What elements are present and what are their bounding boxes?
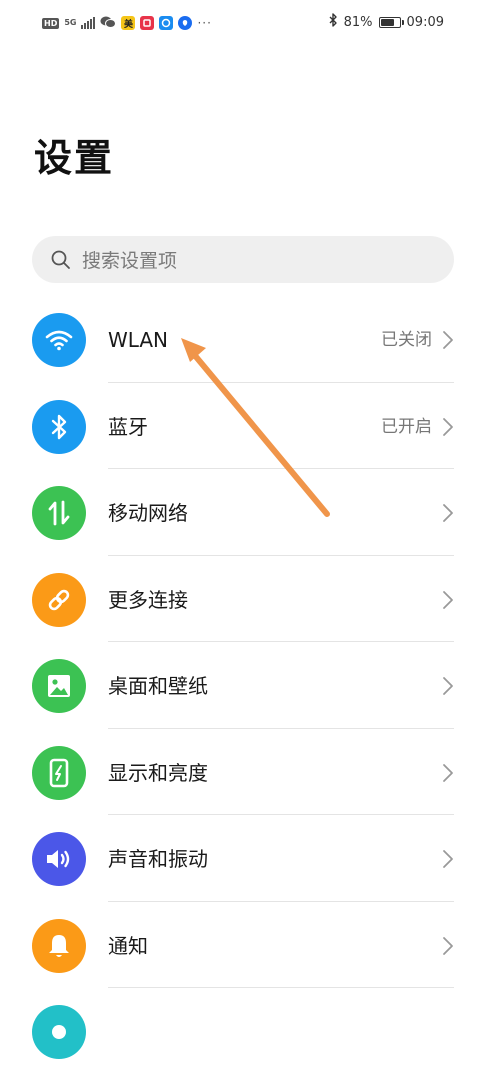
settings-item-label: 更多连接 bbox=[108, 587, 188, 612]
mobile-data-icon bbox=[32, 486, 86, 540]
settings-item-partial[interactable] bbox=[0, 988, 486, 1075]
status-bar: HD 5G 美 ··· 81% 09:09 bbox=[0, 0, 486, 46]
settings-item-label: 蓝牙 bbox=[108, 414, 148, 439]
wechat-icon bbox=[100, 14, 117, 33]
chevron-right-icon bbox=[443, 850, 453, 868]
more-dots-icon: ··· bbox=[197, 16, 212, 30]
settings-item-label: 移动网络 bbox=[108, 501, 188, 525]
bell-icon bbox=[32, 918, 86, 973]
blue-app-icon bbox=[159, 16, 174, 30]
chevron-right-icon bbox=[443, 936, 453, 955]
settings-item-status: 已关闭 bbox=[381, 330, 432, 350]
search-input[interactable]: 搜索设置项 bbox=[32, 236, 454, 283]
chevron-right-icon bbox=[443, 590, 453, 609]
settings-item-mobile-network[interactable]: 移动网络 bbox=[0, 469, 486, 556]
chevron-right-icon bbox=[443, 763, 453, 782]
speaker-icon bbox=[32, 832, 86, 886]
blue-circle-app-icon bbox=[178, 16, 193, 30]
signal-icon bbox=[81, 17, 96, 29]
settings-item-bluetooth[interactable]: 蓝牙 已开启 bbox=[0, 383, 486, 469]
settings-item-label: WLAN bbox=[108, 328, 169, 352]
chevron-right-icon bbox=[443, 417, 453, 436]
red-app-icon bbox=[140, 16, 155, 30]
chevron-right-icon bbox=[443, 677, 453, 695]
chevron-right-icon bbox=[443, 504, 453, 522]
chevron-right-icon bbox=[443, 331, 453, 349]
settings-item-label: 显示和亮度 bbox=[108, 760, 208, 785]
status-bar-system: 81% 09:09 bbox=[328, 13, 444, 31]
clock: 09:09 bbox=[406, 14, 444, 30]
image-icon bbox=[32, 659, 86, 713]
phone-brightness-icon bbox=[32, 745, 86, 800]
battery-level bbox=[380, 18, 395, 26]
battery-percent: 81% bbox=[343, 14, 373, 30]
settings-item-more-connections[interactable]: 更多连接 bbox=[0, 556, 486, 642]
partial-icon bbox=[32, 1005, 86, 1059]
settings-item-label: 声音和振动 bbox=[108, 847, 208, 871]
settings-item-sound-vibration[interactable]: 声音和振动 bbox=[0, 815, 486, 902]
battery-icon bbox=[378, 16, 404, 28]
bluetooth-status-icon bbox=[328, 13, 338, 31]
page-title: 设置 bbox=[34, 136, 115, 180]
settings-item-notifications[interactable]: 通知 bbox=[0, 902, 486, 988]
settings-item-label: 通知 bbox=[108, 933, 148, 958]
search-placeholder: 搜索设置项 bbox=[82, 250, 178, 272]
search-icon bbox=[51, 250, 70, 269]
settings-item-display-brightness[interactable]: 显示和亮度 bbox=[0, 729, 486, 815]
settings-list: WLAN 已关闭 蓝牙 已开启 移动网络 更多连接 桌面和壁纸 显示和亮度 声音… bbox=[0, 296, 486, 1075]
settings-item-status: 已开启 bbox=[381, 416, 432, 437]
bluetooth-icon bbox=[32, 399, 86, 454]
hd-icon: HD bbox=[42, 17, 60, 29]
5g-icon: 5G bbox=[64, 18, 77, 27]
settings-item-wlan[interactable]: WLAN 已关闭 bbox=[0, 296, 486, 383]
wifi-icon bbox=[32, 313, 86, 367]
settings-item-label: 桌面和壁纸 bbox=[108, 674, 208, 698]
settings-item-home-wallpaper[interactable]: 桌面和壁纸 bbox=[0, 642, 486, 729]
link-icon bbox=[32, 572, 86, 627]
meituan-icon: 美 bbox=[121, 16, 136, 30]
status-bar-notifications: HD 5G 美 ··· bbox=[42, 14, 212, 32]
